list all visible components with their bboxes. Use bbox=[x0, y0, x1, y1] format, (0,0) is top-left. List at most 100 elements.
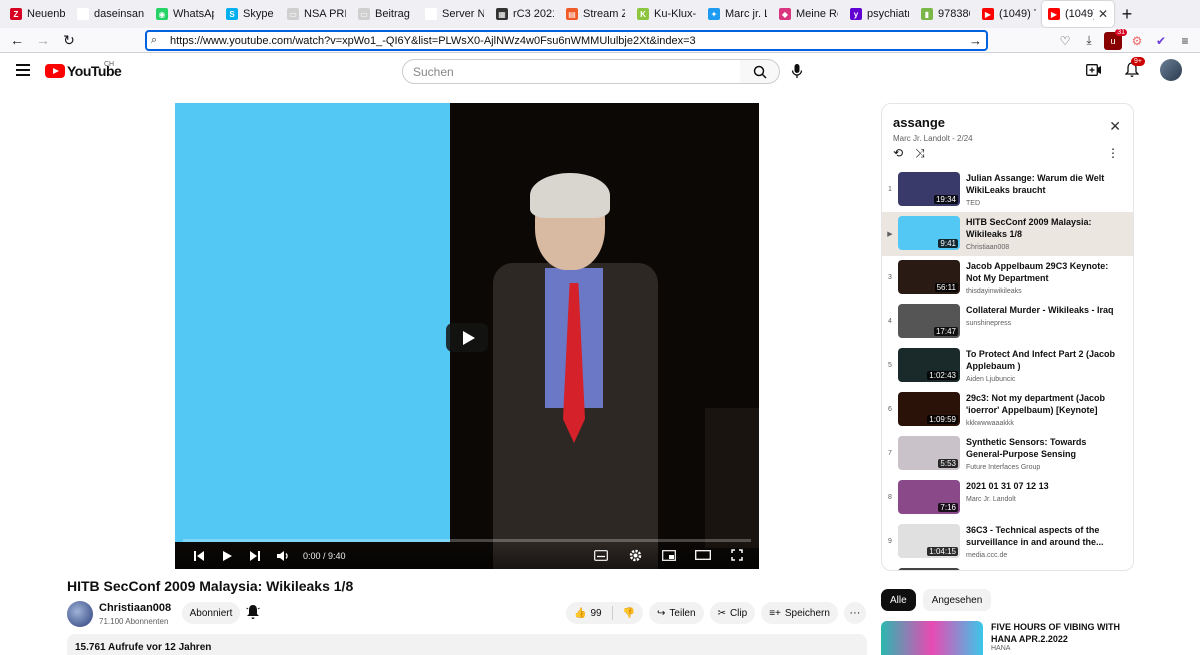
recommended-video[interactable]: FIVE HOURS OF VIBING WITH HANA APR.2.202… bbox=[881, 621, 1121, 655]
playlist-item-thumbnail[interactable]: 7:16 bbox=[898, 480, 960, 514]
playlist-item[interactable]: 5 1:02:43 To Protect And Infect Part 2 (Ja… bbox=[882, 344, 1133, 388]
playlist-item-title[interactable]: To Protect And Infect Part 2 (Jacob Appl… bbox=[966, 348, 1116, 372]
playlist-item-thumbnail[interactable]: 1:02:43 bbox=[898, 348, 960, 382]
pocket-icon[interactable]: ♡ bbox=[1056, 32, 1074, 50]
playlist-item[interactable]: 4 17:47 Collateral Murder - Wikileaks - Ir… bbox=[882, 300, 1133, 344]
playlist-item-title[interactable]: #rC3 - CIA vs. Wikileaks bbox=[966, 568, 1116, 570]
large-play-button[interactable] bbox=[446, 323, 488, 352]
browser-tab[interactable]: ◉ WhatsApp bbox=[150, 1, 220, 27]
playlist-item[interactable]: 8 7:16 2021 01 31 07 12 13 Marc Jr. Landolt bbox=[882, 476, 1133, 520]
extension-icon[interactable]: ⚙ bbox=[1128, 32, 1146, 50]
vpn-extension-icon[interactable]: ✔ bbox=[1152, 32, 1170, 50]
playlist-item-thumbnail[interactable]: 17:47 bbox=[898, 304, 960, 338]
playlist-title[interactable]: assange bbox=[893, 115, 1122, 130]
browser-tab[interactable]: ▶ (1049) TEC bbox=[976, 1, 1042, 27]
playlist-item[interactable]: 6 1:09:59 29c3: Not my department (Jacob '… bbox=[882, 388, 1133, 432]
browser-tab[interactable]: S Skype bbox=[220, 1, 281, 27]
recommended-title[interactable]: FIVE HOURS OF VIBING WITH HANA APR.2.202… bbox=[991, 621, 1121, 645]
playlist-item-title[interactable]: HITB SecConf 2009 Malaysia: Wikileaks 1/… bbox=[966, 216, 1116, 240]
menu-icon[interactable]: ≡ bbox=[1176, 32, 1194, 50]
playlist-item-title[interactable]: Jacob Appelbaum 29C3 Keynote: Not My Dep… bbox=[966, 260, 1116, 284]
browser-tab[interactable]: K Ku-Klux-K bbox=[631, 1, 702, 27]
previous-icon[interactable] bbox=[185, 545, 213, 567]
settings-gear-icon[interactable] bbox=[621, 544, 649, 566]
playlist-item[interactable]: 9 1:04:15 36C3 - Technical aspects of the … bbox=[882, 520, 1133, 564]
microphone-icon[interactable] bbox=[788, 62, 806, 80]
playlist-item[interactable]: 7 5:53 Synthetic Sensors: Towards General-… bbox=[882, 432, 1133, 476]
playlist-more-icon[interactable]: ⋮ bbox=[1107, 146, 1119, 160]
browser-tab[interactable]: ✦ Marc jr. La bbox=[702, 1, 773, 27]
reload-icon[interactable]: ↻ bbox=[56, 29, 82, 51]
browser-tab[interactable]: Z Neuenbur bbox=[4, 1, 71, 27]
theater-mode-icon[interactable] bbox=[689, 544, 717, 566]
forward-icon[interactable]: → bbox=[30, 29, 56, 51]
clip-button[interactable]: ✂ Clip bbox=[709, 602, 756, 624]
save-button[interactable]: ≡+ Speichern bbox=[761, 602, 838, 624]
browser-tab[interactable]: ▭ Beitrag zu bbox=[352, 1, 419, 27]
browser-tab[interactable]: ▮ 97838635 bbox=[915, 1, 976, 27]
playlist-item[interactable]: 3 56:11 Jacob Appelbaum 29C3 Keynote: Not … bbox=[882, 256, 1133, 300]
play-icon[interactable] bbox=[213, 545, 241, 567]
channel-avatar[interactable] bbox=[67, 601, 93, 627]
playlist-item-thumbnail[interactable]: 1:04:15 bbox=[898, 524, 960, 558]
loop-icon[interactable]: ⟲ bbox=[893, 146, 903, 161]
browser-tab[interactable]: y psychiatri bbox=[844, 1, 915, 27]
playlist-item-title[interactable]: 36C3 - Technical aspects of the surveill… bbox=[966, 524, 1116, 548]
browser-tab[interactable]: ▦ rC3 2021 - bbox=[490, 1, 560, 27]
share-button[interactable]: ↪ Teilen bbox=[649, 602, 704, 624]
browser-tab[interactable]: ⓘ Server Not bbox=[419, 1, 490, 27]
recommended-channel[interactable]: HANA bbox=[991, 645, 1121, 652]
go-arrow-icon[interactable]: → bbox=[969, 33, 982, 48]
tab-close-icon[interactable]: ✕ bbox=[1098, 7, 1108, 21]
url-bar[interactable]: ⌕ https://www.youtube.com/watch?v=xpWo1_… bbox=[145, 30, 988, 51]
downloads-icon[interactable]: ⤓ bbox=[1080, 32, 1098, 50]
filter-chip[interactable]: Alle bbox=[881, 589, 916, 611]
browser-tab[interactable]: ▤ Stream Za bbox=[560, 1, 631, 27]
description-box[interactable]: 15.761 Aufrufe vor 12 Jahren bbox=[67, 634, 867, 655]
subscribed-button[interactable]: Abonniert bbox=[182, 602, 240, 624]
notifications-bell-icon[interactable]: 9+ bbox=[1122, 57, 1145, 80]
hamburger-menu-icon[interactable] bbox=[16, 64, 30, 79]
playlist-item[interactable]: 1 19:34 Julian Assange: Warum die Welt Wik… bbox=[882, 168, 1133, 212]
playlist-item-title[interactable]: 29c3: Not my department (Jacob 'ioerror'… bbox=[966, 392, 1116, 416]
create-video-icon[interactable] bbox=[1084, 60, 1104, 80]
playlist-item-title[interactable]: Julian Assange: Warum die Welt WikiLeaks… bbox=[966, 172, 1116, 196]
more-actions-button[interactable]: ··· bbox=[843, 602, 866, 624]
notification-bell-icon[interactable] bbox=[246, 604, 262, 620]
browser-tab[interactable]: ◆ Meine Rec bbox=[773, 1, 844, 27]
search-button[interactable] bbox=[740, 59, 780, 84]
playlist-item[interactable]: ▶ 9:41 HITB SecConf 2009 Malaysia: Wikilea… bbox=[882, 212, 1133, 256]
user-avatar[interactable] bbox=[1160, 59, 1182, 81]
video-player[interactable]: 0:00 / 9:40 bbox=[175, 103, 759, 569]
miniplayer-icon[interactable] bbox=[655, 544, 683, 566]
new-tab-button[interactable]: + bbox=[1114, 1, 1140, 27]
playlist-item-title[interactable]: Synthetic Sensors: Towards General-Purpo… bbox=[966, 436, 1116, 460]
url-text[interactable]: https://www.youtube.com/watch?v=xpWo1_-Q… bbox=[170, 35, 696, 47]
browser-tab[interactable]: ▶ (1049) H ✕ bbox=[1042, 1, 1114, 27]
fullscreen-icon[interactable] bbox=[723, 544, 751, 566]
playlist-item-thumbnail[interactable]: 1:09:59 bbox=[898, 392, 960, 426]
filter-chip[interactable]: Angesehen bbox=[922, 589, 992, 611]
subtitles-icon[interactable] bbox=[587, 544, 615, 566]
playlist-item-thumbnail[interactable]: 56:11 bbox=[898, 260, 960, 294]
dislike-icon[interactable]: 👎 bbox=[623, 608, 635, 619]
recommended-thumbnail[interactable] bbox=[881, 621, 983, 655]
channel-name[interactable]: Christiaan008 bbox=[99, 602, 171, 614]
browser-tab[interactable]: daseinsanalys bbox=[71, 1, 150, 27]
playlist-item-thumbnail[interactable] bbox=[898, 568, 960, 570]
close-icon[interactable]: ✕ bbox=[1109, 118, 1121, 135]
shuffle-icon[interactable]: ⤨ bbox=[915, 146, 925, 161]
ublock-extension-icon[interactable]: u 31 bbox=[1104, 28, 1127, 50]
like-count[interactable]: 99 bbox=[590, 608, 601, 619]
back-icon[interactable]: ← bbox=[4, 29, 30, 51]
playlist-item-thumbnail[interactable]: 9:41 bbox=[898, 216, 960, 250]
like-icon[interactable]: 👍 bbox=[574, 608, 586, 619]
playlist-item[interactable]: 10#rC3 - CIA vs. Wikileaks bbox=[882, 564, 1133, 570]
playlist-item-thumbnail[interactable]: 5:53 bbox=[898, 436, 960, 470]
playlist-item-title[interactable]: Collateral Murder - Wikileaks - Iraq bbox=[966, 304, 1116, 316]
playlist-item-title[interactable]: 2021 01 31 07 12 13 bbox=[966, 480, 1116, 492]
search-input[interactable]: Suchen bbox=[402, 59, 741, 84]
browser-tab[interactable]: ▭ NSA PRISM bbox=[281, 1, 352, 27]
next-icon[interactable] bbox=[241, 545, 269, 567]
playlist-item-thumbnail[interactable]: 19:34 bbox=[898, 172, 960, 206]
